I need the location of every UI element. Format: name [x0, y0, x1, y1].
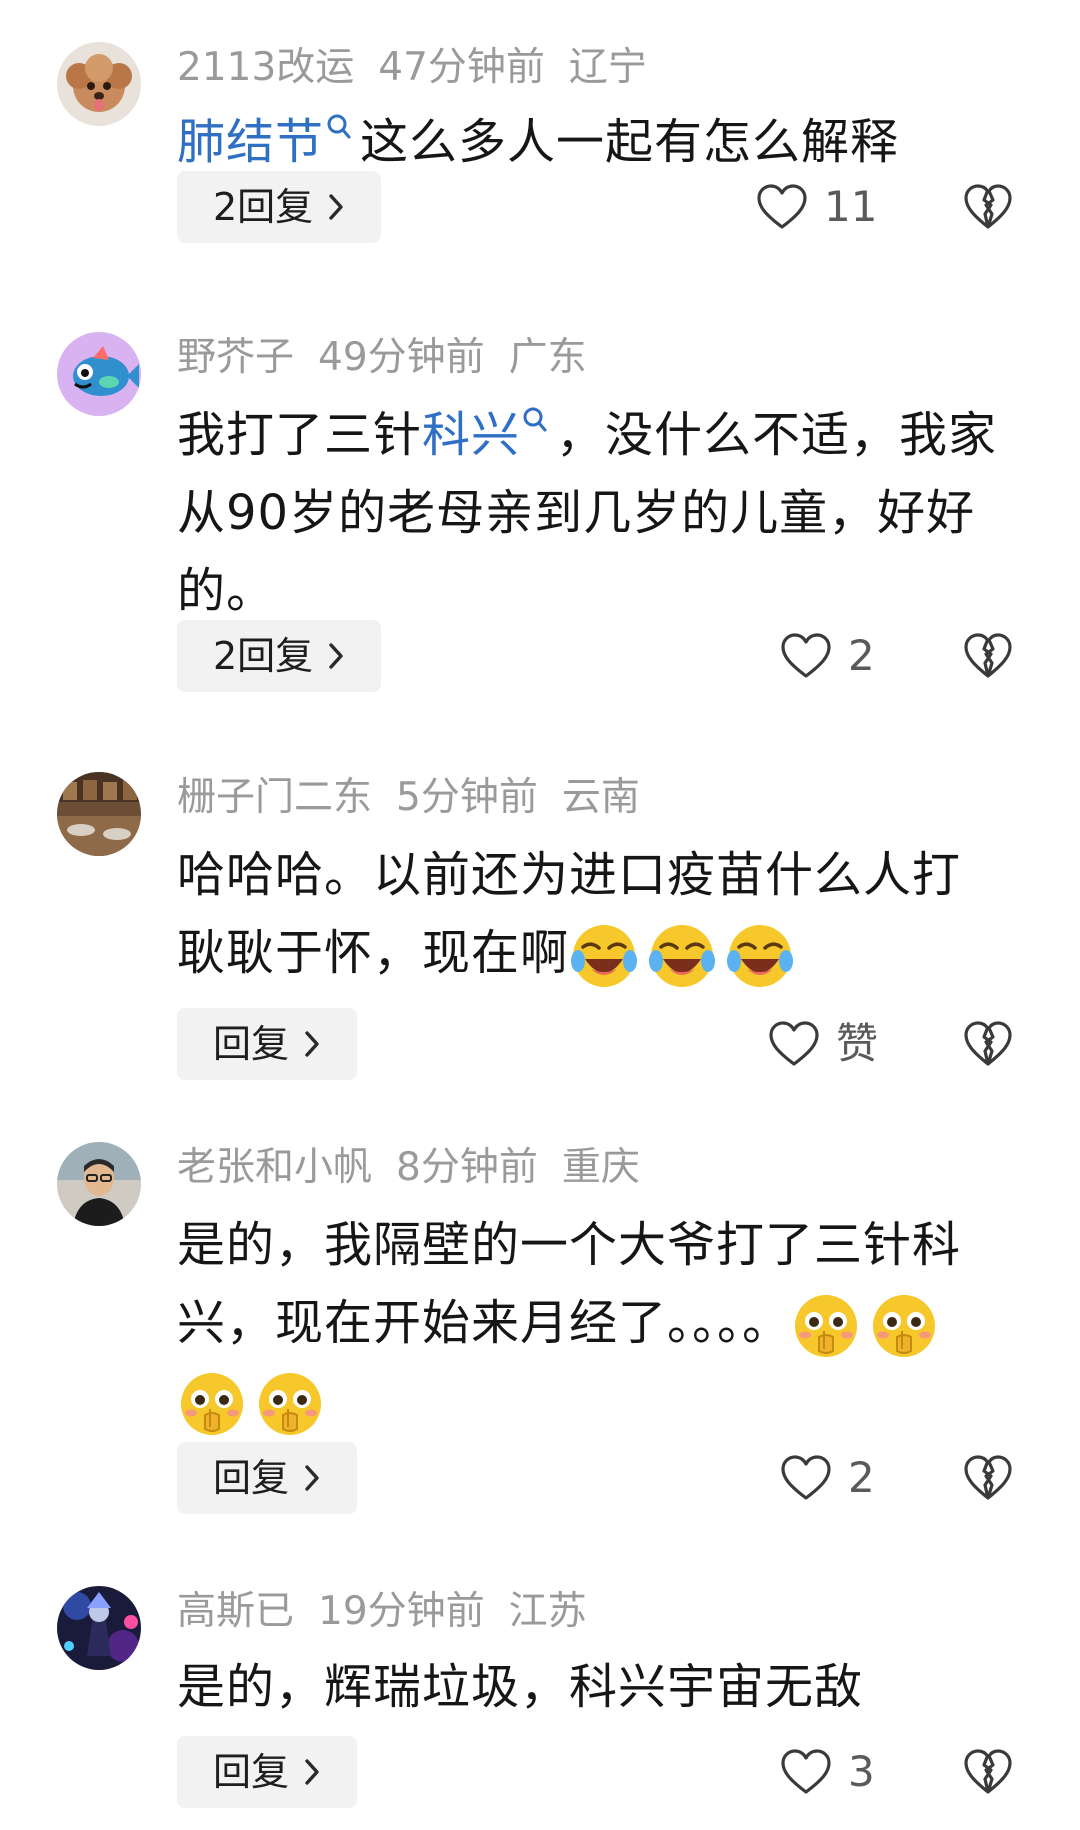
reply-label: 回复: [213, 1456, 290, 1500]
topic-label: 科兴: [422, 407, 521, 463]
avatar[interactable]: [57, 1586, 141, 1670]
comment-text: 哈哈哈。以前还为进口疫苗什么人打耿耿于怀，现在啊: [177, 836, 1007, 992]
reply-button[interactable]: 回复: [177, 1736, 358, 1808]
chevron-right-icon: [303, 1030, 321, 1058]
like-button[interactable]: 3: [780, 1748, 875, 1796]
like-label: 赞: [836, 1019, 879, 1068]
shocked-emoji: [255, 1369, 325, 1439]
reply-button[interactable]: 2回复: [177, 620, 382, 692]
comment-location: 云南: [561, 775, 640, 820]
avatar-character-image: [57, 1586, 141, 1670]
broken-heart-icon: [963, 1454, 1013, 1502]
laughing-crying-emoji: [569, 921, 639, 991]
shocked-emoji: [869, 1291, 939, 1361]
comment-body: 是的，辉瑞垃圾，科兴宇宙无敌: [177, 1659, 864, 1715]
shocked-emoji: [177, 1369, 247, 1439]
reply-label: 2回复: [213, 634, 314, 678]
comment-location: 广东: [508, 335, 587, 380]
username[interactable]: 2113改运: [177, 45, 354, 90]
comment-location: 江苏: [508, 1589, 587, 1634]
avatar-man-image: [57, 1142, 141, 1226]
comment-location: 重庆: [561, 1145, 640, 1190]
comment-time: 47分钟前: [378, 45, 545, 90]
like-count: 2: [848, 1453, 875, 1502]
username[interactable]: 老张和小帆: [177, 1145, 372, 1190]
comment-time: 49分钟前: [318, 335, 485, 380]
topic-link[interactable]: 肺结节: [177, 114, 360, 170]
username[interactable]: 栅子门二东: [177, 775, 372, 820]
reply-button[interactable]: 2回复: [177, 171, 382, 243]
comment-time: 8分钟前: [396, 1145, 538, 1190]
comment-text: 是的，我隔壁的一个大爷打了三针科兴，现在开始来月经了。。。。: [177, 1206, 1007, 1440]
avatar[interactable]: [57, 332, 141, 416]
topic-label: 肺结节: [177, 114, 325, 170]
avatar-fish-image: [57, 332, 141, 416]
comment-body-prefix: 我打了三针: [177, 407, 423, 463]
laughing-crying-emoji: [647, 921, 717, 991]
chevron-right-icon: [327, 193, 345, 221]
broken-heart-icon: [963, 1748, 1013, 1796]
dislike-button[interactable]: [963, 1748, 1013, 1796]
avatar-puppy-image: [57, 42, 141, 126]
avatar[interactable]: [57, 1142, 141, 1226]
comment-meta: 栅子门二东 5分钟前 云南: [177, 772, 664, 824]
search-icon: [522, 406, 548, 440]
heart-icon: [768, 1020, 820, 1068]
broken-heart-icon: [963, 632, 1013, 680]
dislike-button[interactable]: [963, 183, 1013, 231]
comment-meta: 高斯已 19分钟前 江苏: [177, 1586, 611, 1638]
reply-button[interactable]: 回复: [177, 1008, 358, 1080]
comment-meta: 老张和小帆 8分钟前 重庆: [177, 1142, 664, 1194]
dislike-button[interactable]: [963, 632, 1013, 680]
reply-label: 回复: [213, 1022, 290, 1066]
like-count: 3: [848, 1747, 875, 1796]
like-button[interactable]: 11: [756, 183, 877, 231]
like-button[interactable]: 赞: [768, 1020, 878, 1068]
comment-time: 5分钟前: [396, 775, 538, 820]
chevron-right-icon: [303, 1758, 321, 1786]
reply-label: 2回复: [213, 185, 314, 229]
dislike-button[interactable]: [963, 1020, 1013, 1068]
like-button[interactable]: 2: [780, 632, 875, 680]
broken-heart-icon: [963, 183, 1013, 231]
comment-meta: 2113改运 47分钟前 辽宁: [177, 42, 671, 94]
chevron-right-icon: [327, 642, 345, 670]
username[interactable]: 野芥子: [177, 335, 294, 380]
topic-link[interactable]: 科兴: [422, 407, 556, 463]
avatar[interactable]: [57, 42, 141, 126]
comment-text: 肺结节 这么多人一起有怎么解释: [177, 103, 1007, 181]
heart-icon: [756, 183, 808, 231]
chevron-right-icon: [303, 1464, 321, 1492]
shocked-emoji: [791, 1291, 861, 1361]
comment-time: 19分钟前: [318, 1589, 485, 1634]
like-button[interactable]: 2: [780, 1454, 875, 1502]
like-count: 2: [848, 631, 875, 680]
comment-text: 我打了三针科兴 ，没什么不适，我家从90岁的老母亲到几岁的儿童，好好的。: [177, 396, 1007, 630]
like-count: 11: [824, 182, 878, 231]
dislike-button[interactable]: [963, 1454, 1013, 1502]
search-icon: [326, 113, 352, 147]
comment-meta: 野芥子 49分钟前 广东: [177, 332, 611, 384]
reply-label: 回复: [213, 1750, 290, 1794]
avatar[interactable]: [57, 772, 141, 856]
broken-heart-icon: [963, 1020, 1013, 1068]
username[interactable]: 高斯已: [177, 1589, 294, 1634]
heart-icon: [780, 632, 832, 680]
avatar-room-image: [57, 772, 141, 856]
reply-button[interactable]: 回复: [177, 1442, 358, 1514]
heart-icon: [780, 1454, 832, 1502]
comment-text: 是的，辉瑞垃圾，科兴宇宙无敌: [177, 1648, 1007, 1726]
laughing-crying-emoji: [725, 921, 795, 991]
comment-body: 这么多人一起有怎么解释: [360, 114, 900, 170]
heart-icon: [780, 1748, 832, 1796]
comment-location: 辽宁: [568, 45, 647, 90]
